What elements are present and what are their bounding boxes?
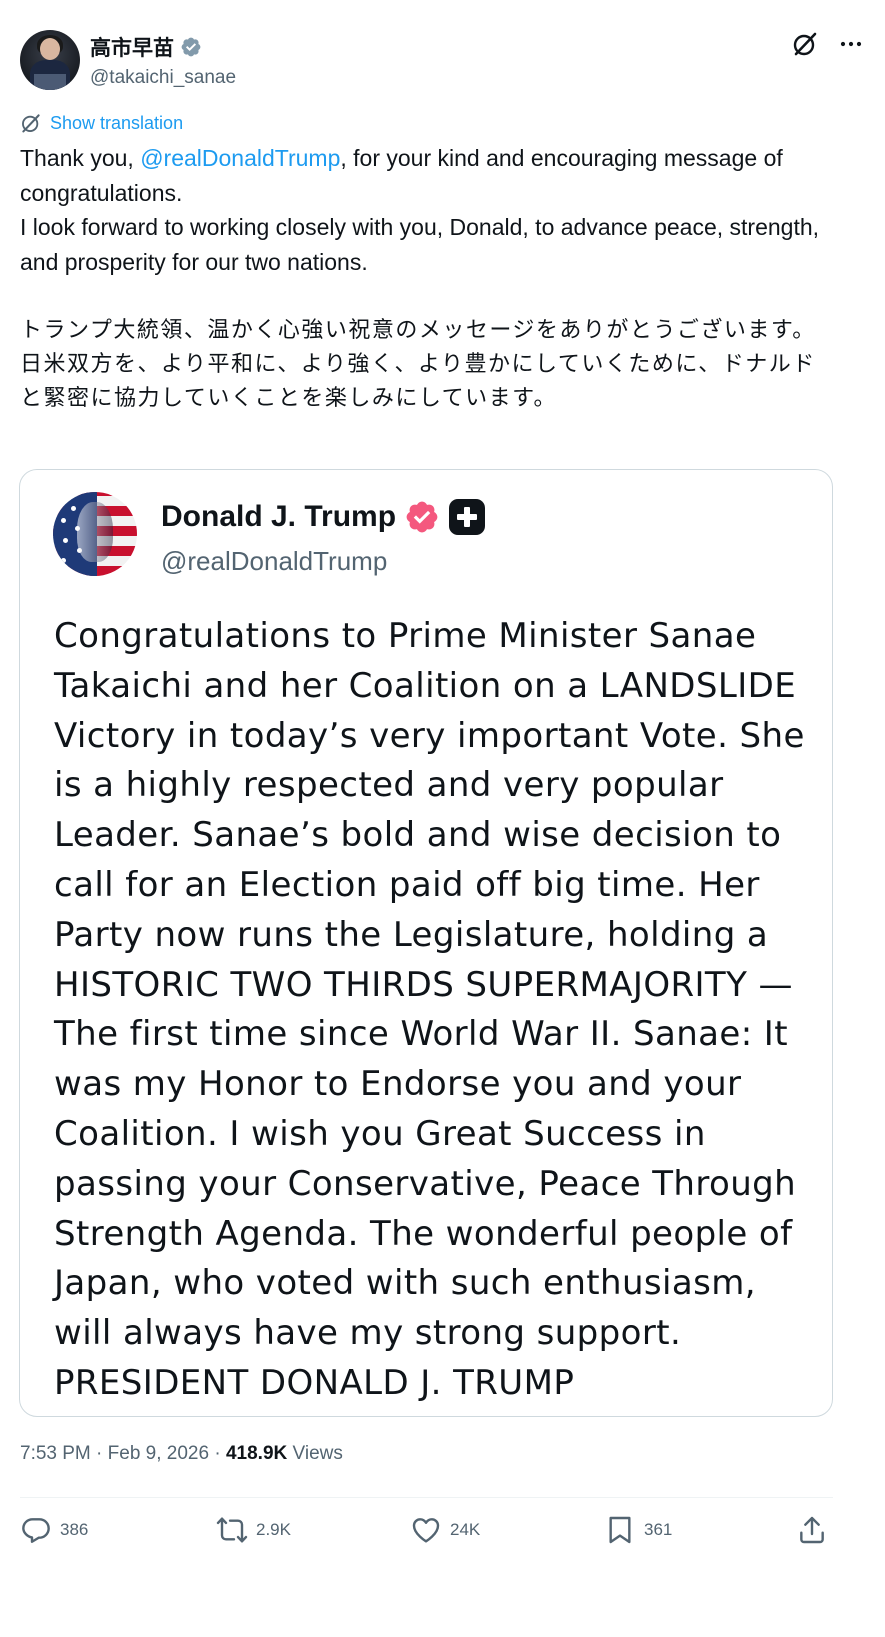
views-count[interactable]: 418.9K <box>226 1443 287 1464</box>
verified-badge-icon[interactable] <box>404 499 440 535</box>
reply-icon <box>22 1518 50 1543</box>
tweet-text: Thank you, @realDonaldTrump, for your ki… <box>20 141 835 416</box>
post-time[interactable]: 7:53 PM <box>20 1443 91 1464</box>
tweet-paragraph-2: I look forward to working closely with y… <box>20 214 820 275</box>
tweet-paragraph-jp-2: 日米双方を、より平和に、より強く、より豊かにしていくために、ドナルドと緊密に協力… <box>20 351 816 411</box>
quoted-author-avatar[interactable] <box>53 492 137 576</box>
heart-icon <box>412 1518 440 1543</box>
author-avatar[interactable] <box>20 30 80 90</box>
quoted-post-text: Congratulations to Prime Minister Sanae … <box>54 612 814 1409</box>
tweet-paragraph-1: Thank you, @realDonaldTrump, for your ki… <box>20 141 835 210</box>
quoted-post-paragraph: Congratulations to Prime Minister Sanae … <box>54 616 805 1403</box>
header-actions <box>791 30 865 58</box>
repost-button[interactable]: 2.9K <box>216 1514 291 1546</box>
bookmark-icon <box>609 1516 631 1544</box>
quoted-post-card[interactable]: Donald J. Trump @realDonaldTrump Congrat… <box>19 469 833 1417</box>
mention-link[interactable]: @realDonaldTrump <box>140 145 340 171</box>
bookmark-button[interactable]: 361 <box>604 1514 672 1546</box>
tweet-paragraph-jp-1: トランプ大統領、温かく心強い祝意のメッセージをありがとうございます。 <box>20 317 816 343</box>
author-handle[interactable]: @takaichi_sanae <box>90 67 236 89</box>
author-display-name[interactable]: 高市早苗 <box>90 32 202 62</box>
quoted-author-name-block: Donald J. Trump @realDonaldTrump <box>161 498 486 577</box>
tweet-header: 高市早苗 @takaichi_sanae <box>20 30 865 92</box>
bookmark-count: 361 <box>644 1520 673 1539</box>
tweet-text-segment: Thank you, <box>20 145 141 171</box>
views-label: Views <box>287 1443 343 1464</box>
reply-count: 386 <box>60 1520 89 1539</box>
show-translation-label[interactable]: Show translation <box>50 113 183 134</box>
quoted-author-handle[interactable]: @realDonaldTrump <box>161 546 486 577</box>
quoted-author-display-name[interactable]: Donald J. Trump <box>161 498 486 536</box>
verified-badge-icon[interactable] <box>180 36 202 58</box>
action-bar: 386 2.9K 24K 361 <box>20 1514 828 1550</box>
like-count: 24K <box>450 1520 481 1539</box>
share-button[interactable] <box>796 1514 828 1546</box>
meta-separator: · <box>90 1443 108 1464</box>
divider <box>20 1497 833 1498</box>
repost-count: 2.9K <box>256 1520 291 1539</box>
author-display-name-text[interactable]: 高市早苗 <box>90 32 174 62</box>
show-translation-button[interactable]: Show translation <box>20 112 183 134</box>
reply-button[interactable]: 386 <box>20 1514 88 1546</box>
truth-social-plus-icon <box>449 499 486 535</box>
meta-separator: · <box>209 1443 226 1464</box>
grok-translate-icon <box>22 114 40 133</box>
grok-icon[interactable] <box>791 30 819 58</box>
post-date[interactable]: Feb 9, 2026 <box>108 1443 209 1464</box>
quoted-display-name-text[interactable]: Donald J. Trump <box>161 500 396 534</box>
post-metadata: 7:53 PM · Feb 9, 2026 · 418.9K Views <box>20 1443 343 1465</box>
author-name-block: 高市早苗 @takaichi_sanae <box>90 32 236 89</box>
share-icon <box>800 1516 824 1544</box>
repost-icon <box>216 1517 248 1543</box>
like-button[interactable]: 24K <box>410 1514 480 1546</box>
more-icon[interactable] <box>837 30 865 58</box>
